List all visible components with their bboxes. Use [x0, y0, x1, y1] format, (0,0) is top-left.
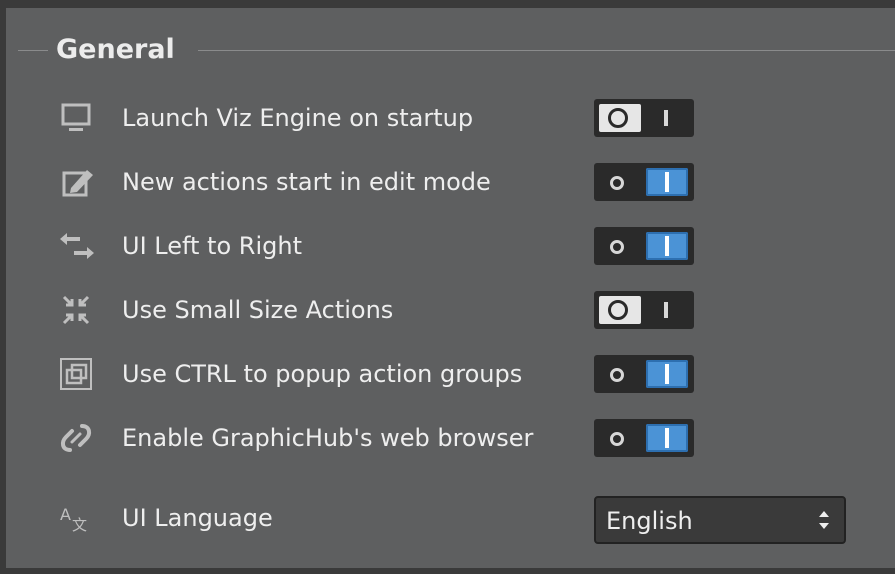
ctrl-popup-toggle[interactable]	[594, 355, 694, 393]
setting-row-web-browser: Enable GraphicHub's web browser	[6, 414, 895, 462]
setting-label: Enable GraphicHub's web browser	[122, 424, 534, 452]
web-browser-toggle[interactable]	[594, 419, 694, 457]
header-divider-right	[198, 50, 895, 51]
setting-label: UI Language	[122, 504, 273, 532]
launch-viz-engine-toggle[interactable]	[594, 99, 694, 137]
selected-language: English	[606, 507, 693, 535]
setting-label: Use CTRL to popup action groups	[122, 360, 523, 388]
small-size-actions-toggle[interactable]	[594, 291, 694, 329]
ui-language-select[interactable]: English	[594, 496, 846, 544]
monitor-icon	[56, 100, 96, 136]
edit-mode-toggle[interactable]	[594, 163, 694, 201]
setting-label: Launch Viz Engine on startup	[122, 104, 474, 132]
ui-left-to-right-toggle[interactable]	[594, 227, 694, 265]
section-title: General	[56, 34, 175, 65]
setting-label: UI Left to Right	[122, 232, 302, 260]
left-right-arrows-icon	[56, 228, 96, 264]
shrink-arrows-icon	[56, 292, 96, 328]
setting-row-ctrl-popup: Use CTRL to popup action groups	[6, 350, 895, 398]
layers-icon	[56, 356, 96, 392]
setting-row-ui-language: A 文 UI Language English	[6, 494, 895, 548]
select-arrows-icon	[818, 508, 830, 532]
header-divider-left	[18, 50, 48, 51]
edit-icon	[56, 164, 96, 200]
setting-row-small-size-actions: Use Small Size Actions	[6, 286, 895, 334]
setting-label: New actions start in edit mode	[122, 168, 491, 196]
svg-text:文: 文	[72, 516, 87, 534]
toggle-off-indicator	[599, 104, 641, 132]
setting-row-ui-left-to-right: UI Left to Right	[6, 222, 895, 270]
svg-text:A: A	[60, 505, 71, 524]
setting-label: Use Small Size Actions	[122, 296, 394, 324]
setting-row-launch-viz-engine: Launch Viz Engine on startup	[6, 94, 895, 142]
toggle-off-indicator	[599, 296, 641, 324]
link-icon	[56, 420, 96, 456]
language-icon: A 文	[56, 500, 96, 536]
section-header: General	[6, 22, 895, 65]
general-settings-panel: General Launch Viz Engine on startup New…	[6, 8, 895, 568]
setting-row-edit-mode: New actions start in edit mode	[6, 158, 895, 206]
